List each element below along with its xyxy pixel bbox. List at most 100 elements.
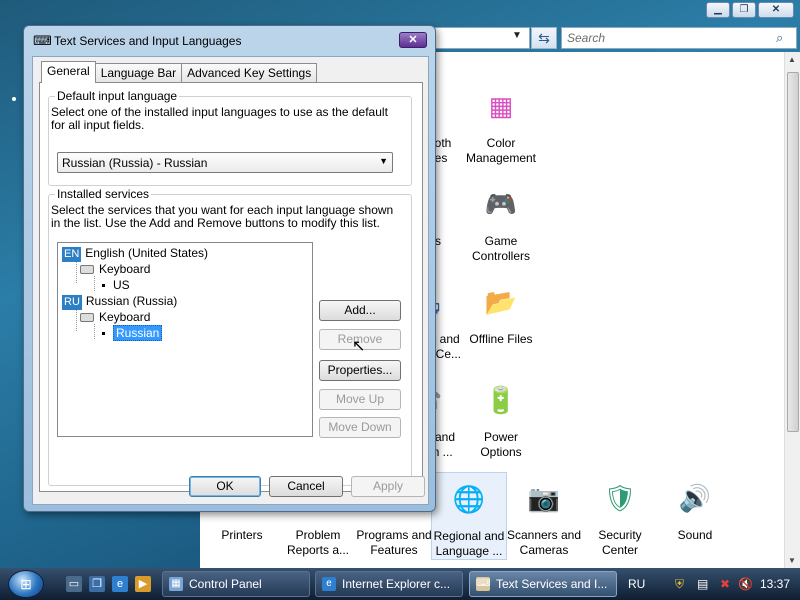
tree-connector	[76, 259, 77, 283]
default-language-description: Select one of the installed input langua…	[51, 105, 388, 132]
dropdown-arrow-icon: ▼	[379, 156, 388, 166]
mouse-pointer-icon: ↖	[352, 338, 366, 355]
installed-services-tree[interactable]: EN English (United States) Keyboard US RU…	[57, 242, 313, 437]
tab-strip: General Language Bar Advanced Key Settin…	[41, 61, 318, 83]
tree-connector	[94, 324, 95, 339]
taskbar-button-control-panel[interactable]: ▦ Control Panel	[162, 571, 310, 597]
general-tab-panel: Default input language Select one of the…	[39, 82, 423, 492]
start-button[interactable]: ⊞	[8, 570, 44, 598]
dialog-close-button[interactable]: ✕	[399, 32, 427, 48]
show-desktop-icon[interactable]: ▭	[66, 576, 82, 592]
apply-button[interactable]: Apply	[351, 476, 425, 497]
add-button[interactable]: Add...	[319, 300, 401, 321]
control-panel-titlebar: ▁ ❐ ✕	[0, 0, 800, 22]
cp-item-game-controller[interactable]: 🎮 Game Controllers	[463, 178, 539, 264]
cp-item-color-management[interactable]: ▦ Color Management	[463, 80, 539, 166]
error-icon[interactable]: ✖	[720, 568, 730, 600]
dialog-icon: ⌨	[33, 33, 52, 48]
tree-item-language[interactable]: RU Russian (Russia)	[62, 294, 178, 310]
bullet-icon	[102, 332, 105, 336]
text-services-dialog: ⌨ Text Services and Input Languages ✕ Ge…	[23, 25, 436, 512]
tab-general[interactable]: General	[41, 61, 96, 83]
scroll-down-icon[interactable]: ▼	[788, 556, 796, 565]
move-up-button[interactable]: Move Up	[319, 389, 401, 410]
taskbar-button-internet-explorer[interactable]: e Internet Explorer c...	[315, 571, 463, 597]
maximize-button[interactable]: ❐	[732, 2, 756, 18]
volume-muted-icon[interactable]: 🔇	[738, 568, 753, 600]
control-panel-icon: ▦	[169, 577, 183, 591]
keyboard-icon	[80, 265, 94, 275]
cp-item-label: Game Controllers	[471, 234, 531, 263]
properties-button[interactable]: Properties...	[319, 360, 401, 381]
default-language-group: Default input language Select one of the…	[48, 89, 412, 186]
cp-item-regional[interactable]: 🌐 Regional and Language ...	[431, 472, 507, 560]
security-center-icon: 🛡	[603, 482, 637, 513]
media-player-icon[interactable]: ▶	[135, 576, 151, 592]
language-indicator[interactable]: RU	[628, 568, 645, 600]
search-icon[interactable]: ⌕	[776, 30, 783, 46]
cp-item-power[interactable]: 🔋 Power Options	[463, 374, 539, 460]
keyboard-icon	[80, 313, 94, 323]
language-name: Russian (Russia)	[85, 294, 178, 308]
cp-item-offline-files[interactable]: 📂 Offline Files	[463, 276, 539, 347]
scroll-up-icon[interactable]: ▲	[788, 55, 796, 64]
cp-item-label: Programs and Features	[356, 528, 432, 557]
tree-item-category[interactable]: Keyboard	[80, 262, 150, 277]
address-dropdown-icon[interactable]: ▼	[512, 30, 522, 41]
tree-item-layout[interactable]: US	[102, 278, 130, 293]
security-shield-icon[interactable]: ⛨	[675, 568, 684, 600]
tree-connector	[94, 276, 95, 291]
cp-item-label: Scanners and Cameras	[506, 528, 582, 557]
scrollbar-thumb[interactable]	[787, 72, 799, 432]
clock[interactable]: 13:37	[760, 568, 790, 600]
switch-windows-icon[interactable]: ❐	[89, 576, 105, 592]
language-code-badge: RU	[62, 295, 82, 310]
tree-item-language[interactable]: EN English (United States)	[62, 246, 209, 262]
cp-item-security-center[interactable]: 🛡 Security Center	[582, 472, 658, 558]
network-icon[interactable]: ▤	[697, 568, 708, 600]
offline-files-icon: 📂	[484, 286, 518, 317]
vertical-scrollbar[interactable]: ▲ ▼	[784, 52, 800, 568]
move-down-button[interactable]: Move Down	[319, 417, 401, 438]
window-controls: ▁ ❐ ✕	[706, 2, 794, 18]
category-name: Keyboard	[99, 310, 151, 324]
text-services-icon: ⌨	[476, 577, 491, 591]
cp-item-label: Offline Files	[469, 332, 533, 346]
close-button[interactable]: ✕	[758, 2, 794, 18]
cp-item-scanner[interactable]: 📷 Scanners and Cameras	[506, 472, 582, 558]
default-language-select[interactable]: Russian (Russia) - Russian ▼	[57, 152, 393, 173]
task-label: Control Panel	[189, 577, 262, 591]
cancel-button[interactable]: Cancel	[269, 476, 343, 497]
bullet-icon	[102, 284, 105, 288]
cp-item-label: Regional and Language ...	[433, 529, 505, 558]
game-controller-icon: 🎮	[484, 188, 518, 219]
installed-services-label: Installed services	[55, 187, 152, 201]
language-code-badge: EN	[62, 247, 82, 262]
language-name: English (United States)	[85, 246, 209, 260]
regional-icon: 🌐	[452, 483, 486, 514]
cp-item-label: Color Management	[465, 136, 537, 165]
cp-item-sound[interactable]: 🔊 Sound	[657, 472, 733, 543]
tab-advanced-key-settings[interactable]: Advanced Key Settings	[181, 63, 318, 83]
category-name: Keyboard	[99, 262, 151, 276]
installed-services-description: Select the services that you want for ea…	[51, 203, 394, 230]
tree-item-category[interactable]: Keyboard	[80, 310, 150, 325]
task-label: Text Services and I...	[496, 577, 608, 591]
internet-explorer-icon[interactable]: e	[112, 576, 128, 592]
layout-name-selected: Russian	[113, 325, 163, 341]
search-input[interactable]: Search ⌕	[561, 27, 797, 49]
tab-language-bar[interactable]: Language Bar	[94, 63, 183, 83]
sound-icon: 🔊	[678, 482, 712, 513]
dialog-title: Text Services and Input Languages	[54, 34, 242, 48]
minimize-button[interactable]: ▁	[706, 2, 730, 18]
tree-item-layout-selected[interactable]: Russian	[102, 325, 163, 341]
cp-item-label: Security Center	[598, 528, 642, 557]
cp-item-label: Sound	[677, 528, 713, 542]
taskbar-button-text-services[interactable]: ⌨ Text Services and I...	[469, 571, 617, 597]
internet-explorer-icon: e	[322, 577, 336, 591]
cp-item-label: Printers	[221, 528, 263, 542]
power-icon: 🔋	[484, 384, 518, 415]
ok-button[interactable]: OK	[189, 476, 261, 497]
tree-connector	[76, 307, 77, 331]
refresh-icon[interactable]: ⇆	[531, 27, 557, 49]
